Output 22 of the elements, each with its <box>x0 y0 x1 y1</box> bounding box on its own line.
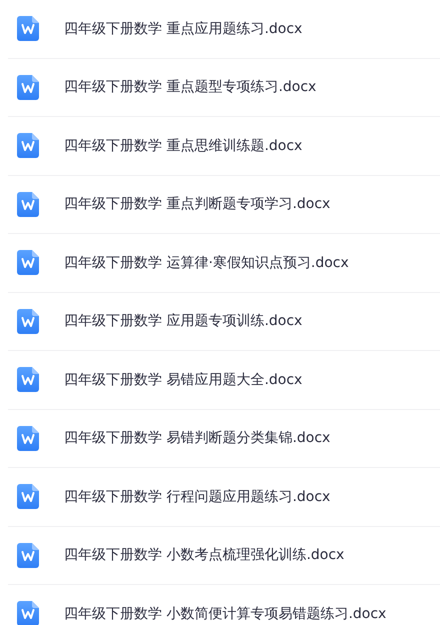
word-document-icon <box>17 250 39 276</box>
word-document-icon <box>17 601 39 625</box>
word-document-icon <box>17 484 39 510</box>
file-name[interactable]: 四年级下册数学 易错判断题分类集锦.docx <box>64 429 330 448</box>
file-name[interactable]: 四年级下册数学 运算律·寒假知识点预习.docx <box>64 254 349 272</box>
word-document-icon <box>17 16 39 42</box>
word-document-icon <box>17 542 39 568</box>
file-name[interactable]: 四年级下册数学 应用题专项训练.docx <box>64 312 302 330</box>
word-document-icon <box>17 426 39 451</box>
file-name[interactable]: 四年级下册数学 小数简便计算专项易错题练习.docx <box>64 604 386 623</box>
word-document-icon <box>17 192 39 217</box>
file-name[interactable]: 四年级下册数学 重点应用题练习.docx <box>64 20 302 38</box>
file-name[interactable]: 四年级下册数学 重点判断题专项学习.docx <box>64 195 330 214</box>
word-document-icon <box>17 308 39 334</box>
word-document-icon <box>17 133 39 158</box>
file-name[interactable]: 四年级下册数学 行程问题应用题练习.docx <box>64 488 330 506</box>
word-document-icon <box>17 367 39 392</box>
file-name[interactable]: 四年级下册数学 重点思维训练题.docx <box>64 136 302 155</box>
file-name[interactable]: 四年级下册数学 小数考点梳理强化训练.docx <box>64 546 344 564</box>
word-document-icon <box>17 74 39 100</box>
file-name[interactable]: 四年级下册数学 重点题型专项练习.docx <box>64 78 316 96</box>
file-name[interactable]: 四年级下册数学 易错应用题大全.docx <box>64 370 302 389</box>
